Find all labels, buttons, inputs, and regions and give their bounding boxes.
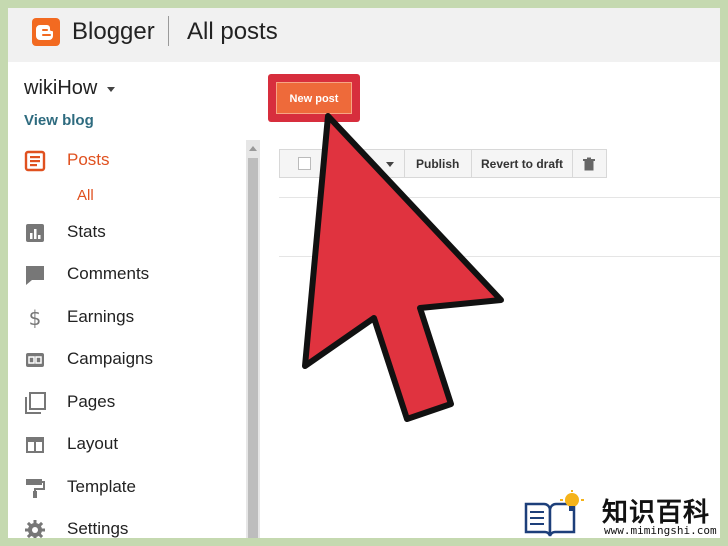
watermark-url: www.mimingshi.com (604, 524, 717, 537)
book-lightbulb-icon (524, 490, 584, 537)
pointer-arrow-icon (302, 113, 504, 422)
